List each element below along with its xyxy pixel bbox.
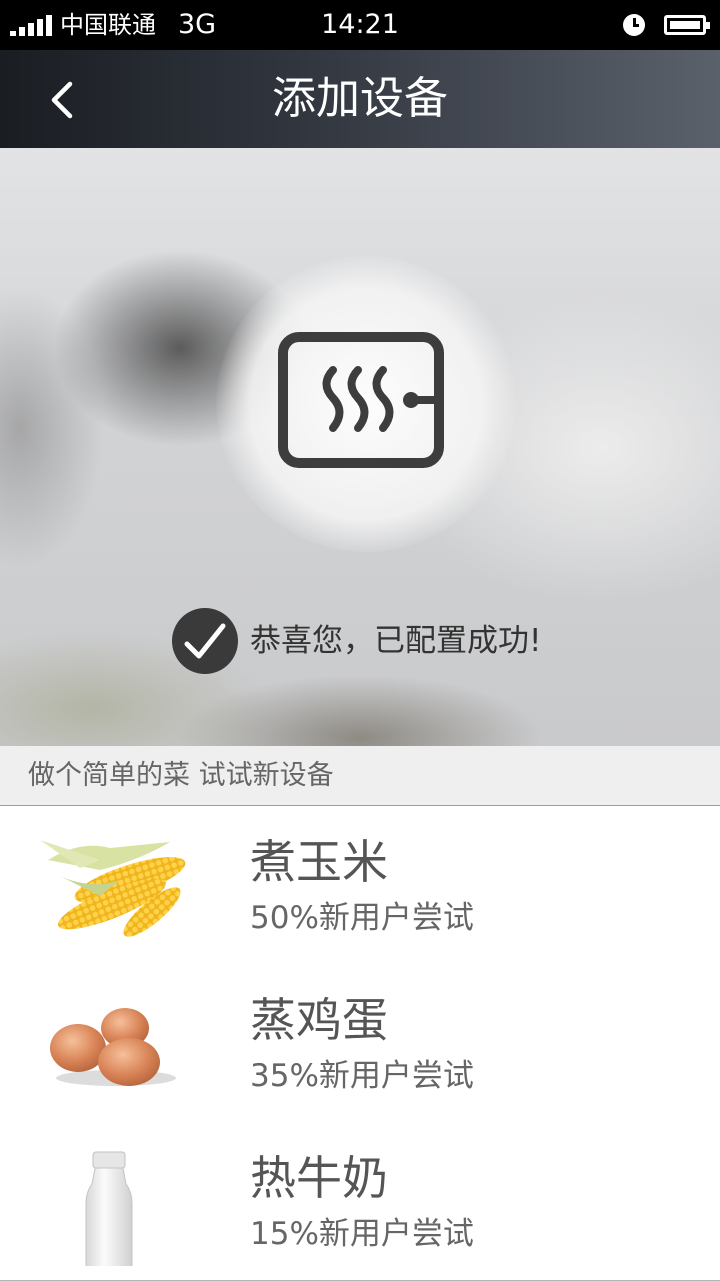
recipe-item-corn[interactable]: 煮玉米 50%新用户尝试 bbox=[0, 806, 720, 965]
recipe-name: 热牛奶 bbox=[250, 1151, 388, 1205]
steamer-device-icon bbox=[278, 332, 444, 468]
recipe-stat: 15%新用户尝试 bbox=[250, 1216, 474, 1252]
recipe-stat: 50%新用户尝试 bbox=[250, 900, 474, 936]
nav-bar: 添加设备 bbox=[0, 50, 720, 148]
recipe-name: 煮玉米 bbox=[250, 835, 388, 889]
milk-bottle-image bbox=[85, 1151, 133, 1266]
alarm-icon bbox=[623, 14, 645, 36]
hero-section: 恭喜您，已配置成功! bbox=[0, 148, 720, 746]
success-text: 恭喜您，已配置成功! bbox=[250, 623, 542, 659]
battery-icon bbox=[664, 15, 710, 35]
page-title: 添加设备 bbox=[272, 73, 448, 124]
recipe-item-milk[interactable]: 热牛奶 15%新用户尝试 bbox=[0, 1122, 720, 1281]
corn-image bbox=[40, 840, 186, 937]
check-circle-icon bbox=[172, 608, 238, 674]
recipe-stat: 35%新用户尝试 bbox=[250, 1058, 474, 1094]
recipe-section-header: 做个简单的菜 试试新设备 bbox=[0, 746, 720, 806]
status-bar: 中国联通 3G 14:21 bbox=[0, 0, 720, 50]
status-time: 14:21 bbox=[321, 9, 399, 40]
recipe-item-eggs[interactable]: 蒸鸡蛋 35%新用户尝试 bbox=[0, 964, 720, 1123]
section-header-text: 做个简单的菜 试试新设备 bbox=[28, 760, 334, 791]
recipe-name: 蒸鸡蛋 bbox=[250, 993, 388, 1047]
eggs-image bbox=[50, 1008, 176, 1086]
